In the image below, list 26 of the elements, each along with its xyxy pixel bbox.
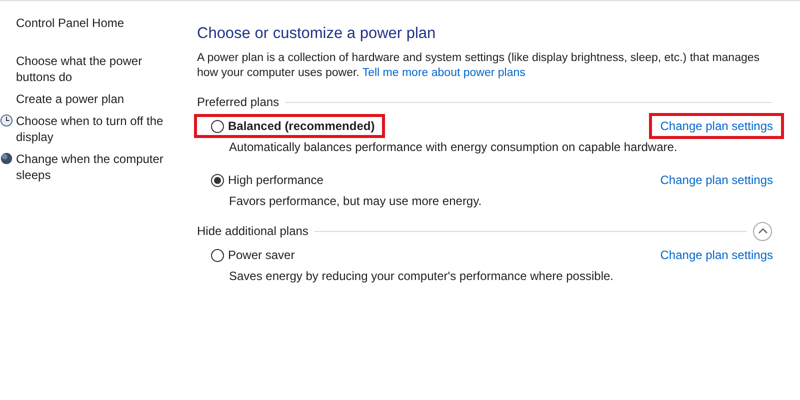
- plan-option[interactable]: Power saver: [194, 243, 305, 267]
- page-title: Choose or customize a power plan: [197, 25, 437, 43]
- group-heading: Preferred plans: [197, 95, 280, 109]
- plan-description: Saves energy by reducing your computer's performance where possible.: [228, 269, 614, 283]
- intro-text: A power plan is a collection of hardware and system settings (like display brightness, sleep, etc.) that manages how your computer uses power. Tell me more about power plans: [197, 51, 761, 81]
- help-link[interactable]: Tell me more about power plans: [362, 67, 526, 79]
- plan-option[interactable]: High performance: [194, 168, 334, 192]
- plan-description: Favors performance, but may use more energy.: [228, 194, 483, 208]
- collapse-button[interactable]: [753, 222, 772, 240]
- clock-icon: [0, 114, 13, 127]
- moon-icon: [0, 152, 13, 165]
- sidebar-link[interactable]: Change when the computer sleeps: [16, 151, 176, 183]
- radio-button[interactable]: [211, 120, 224, 132]
- sidebar-link[interactable]: Choose what the power buttons do: [16, 53, 176, 85]
- sidebar-link[interactable]: Create a power plan: [16, 91, 176, 107]
- change-plan-link[interactable]: Change plan settings: [649, 242, 784, 268]
- sidebar-link[interactable]: Control Panel Home: [16, 15, 176, 31]
- radio-button[interactable]: [211, 248, 224, 262]
- plan-option[interactable]: Balanced (recommended): [194, 114, 385, 138]
- group-heading: Hide additional plans: [197, 224, 308, 238]
- plan-description: Automatically balances performance with energy consumption on capable hardware.: [228, 140, 678, 154]
- change-plan-link[interactable]: Change plan settings: [649, 167, 784, 193]
- radio-button[interactable]: [211, 174, 224, 186]
- chevron-up-icon: [758, 228, 768, 234]
- change-plan-link[interactable]: Change plan settings: [649, 113, 784, 139]
- sidebar-link[interactable]: Choose when to turn off the display: [16, 113, 176, 145]
